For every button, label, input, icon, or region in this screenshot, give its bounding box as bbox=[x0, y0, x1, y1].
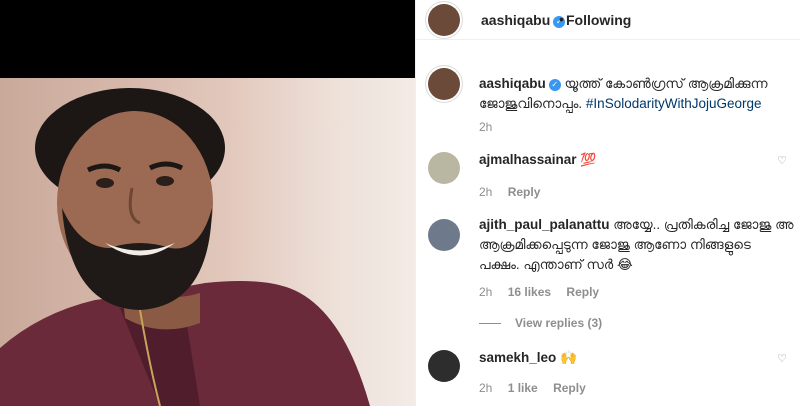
comments-panel: aashiqabu ✓ • Following aashiqabu ✓ യൂത്ത്… bbox=[415, 0, 800, 406]
caption-text: aashiqabu ✓ യൂത്ത് കോൺഗ്രസ് ആക്രമിക്കുന്ന… bbox=[479, 74, 799, 114]
post-media-panel bbox=[0, 0, 415, 406]
post-photo[interactable] bbox=[0, 78, 415, 406]
heart-outline-icon[interactable]: ♡ bbox=[777, 352, 787, 365]
comment-username[interactable]: samekh_leo bbox=[479, 350, 556, 365]
post-header: aashiqabu ✓ • Following bbox=[416, 0, 800, 40]
comment-meta: 2h 16 likes Reply bbox=[479, 285, 611, 299]
caption-avatar[interactable] bbox=[428, 68, 460, 100]
hundred-emoji: 💯 bbox=[580, 152, 597, 167]
reply-button[interactable]: Reply bbox=[508, 185, 541, 199]
raised-hands-emoji: 🙌 bbox=[560, 350, 577, 365]
comment-meta: 2h Reply bbox=[479, 185, 552, 199]
comment-text: ajith_paul_palanattu അയ്യേ.. പ്രതികരിച്ച… bbox=[479, 215, 794, 275]
header-separator: • bbox=[559, 11, 564, 27]
likes-count[interactable]: 16 likes bbox=[508, 285, 551, 299]
reply-button[interactable]: Reply bbox=[553, 381, 586, 395]
replies-divider bbox=[479, 323, 501, 325]
comment-time[interactable]: 2h bbox=[479, 185, 492, 199]
caption-meta: 2h bbox=[479, 120, 504, 134]
caption-time[interactable]: 2h bbox=[479, 120, 492, 134]
verified-badge-icon: ✓ bbox=[548, 79, 561, 91]
comment-time[interactable]: 2h bbox=[479, 381, 492, 395]
caption-username[interactable]: aashiqabu bbox=[479, 76, 546, 91]
comment-username[interactable]: ajith_paul_palanattu bbox=[479, 217, 610, 232]
comment-username[interactable]: ajmalhassainar bbox=[479, 152, 577, 167]
reply-button[interactable]: Reply bbox=[566, 285, 599, 299]
caption-hashtag[interactable]: #InSolodarityWithJojuGeorge bbox=[586, 96, 762, 111]
portrait-illustration bbox=[0, 88, 370, 406]
header-username[interactable]: aashiqabu bbox=[481, 12, 550, 28]
comment-text: ajmalhassainar 💯 bbox=[479, 150, 799, 170]
commenter-avatar[interactable] bbox=[428, 350, 460, 382]
comment-meta: 2h 1 like Reply bbox=[479, 381, 598, 395]
commenter-avatar[interactable] bbox=[428, 152, 460, 184]
comment-time[interactable]: 2h bbox=[479, 285, 492, 299]
header-avatar[interactable] bbox=[428, 4, 460, 36]
commenter-avatar[interactable] bbox=[428, 219, 460, 251]
likes-count[interactable]: 1 like bbox=[508, 381, 538, 395]
view-replies-button[interactable]: View replies (3) bbox=[479, 316, 602, 330]
heart-outline-icon[interactable]: ♡ bbox=[777, 154, 787, 167]
comment-text: samekh_leo 🙌 bbox=[479, 348, 799, 368]
following-button[interactable]: Following bbox=[566, 12, 631, 28]
laughing-emoji: 😂 bbox=[616, 257, 633, 272]
view-replies-label[interactable]: View replies (3) bbox=[515, 316, 602, 330]
header-username-group: aashiqabu ✓ bbox=[481, 12, 566, 28]
